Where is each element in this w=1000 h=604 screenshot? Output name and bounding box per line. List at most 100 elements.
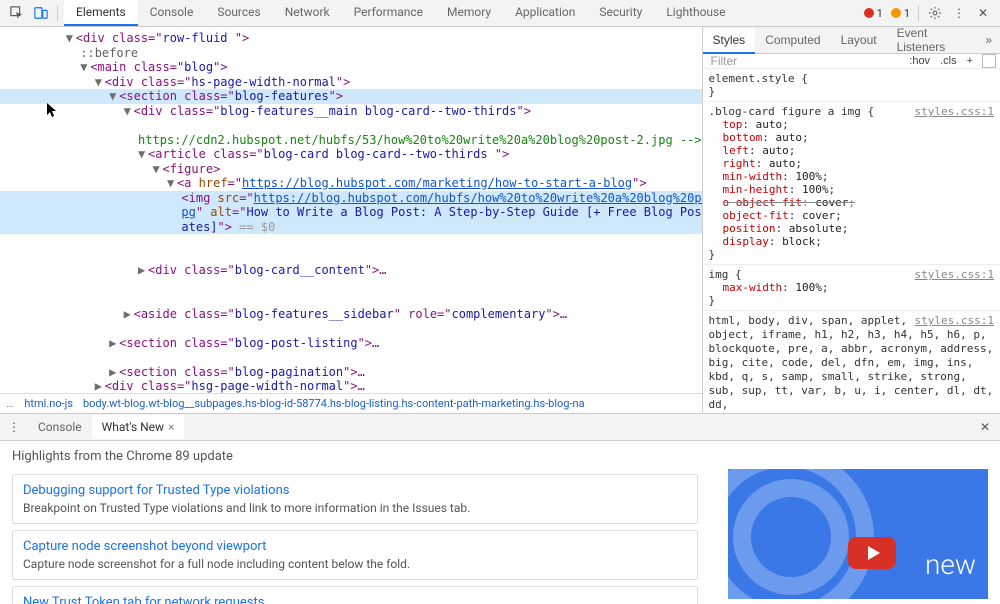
dom-node[interactable]: https://cdn2.hubspot.net/hubfs/53/how%20…	[0, 133, 702, 148]
styles-tab-styles[interactable]: Styles	[703, 28, 756, 54]
tab-security[interactable]: Security	[587, 0, 654, 26]
dom-node[interactable]	[0, 278, 702, 293]
dom-node[interactable]: ▼<div class="hs-page-width-normal">	[0, 75, 702, 90]
dom-node[interactable]	[0, 350, 702, 365]
css-declaration[interactable]: min-height: 100%;	[709, 183, 995, 196]
css-declaration[interactable]: top: auto;	[709, 118, 995, 131]
css-declaration[interactable]: position: absolute;	[709, 222, 995, 235]
crumb-overflow[interactable]: …	[0, 397, 19, 410]
dom-node[interactable]: ▼<a href="https://blog.hubspot.com/marke…	[0, 176, 702, 191]
drawer: ⋮ ConsoleWhat's New× ✕ Highlights from t…	[0, 414, 1000, 604]
whats-new-video[interactable]: new	[728, 469, 988, 599]
wn-item-sub: Capture node screenshot for a full node …	[23, 557, 687, 571]
dom-node[interactable]: ▶<section class="blog-post-listing">…	[0, 336, 702, 351]
rule-source-link[interactable]: styles.css:1	[915, 268, 994, 281]
whats-new-item[interactable]: Debugging support for Trusted Type viola…	[12, 474, 698, 524]
tab-lighthouse[interactable]: Lighthouse	[654, 0, 737, 26]
whats-new-item[interactable]: New Trust Token tab for network requests	[12, 586, 698, 604]
dom-node[interactable]	[0, 321, 702, 336]
dom-node[interactable]: <img src="https://blog.hubspot.com/hubfs…	[0, 191, 702, 206]
inspect-icon[interactable]	[9, 5, 25, 21]
rule-source-link[interactable]: styles.css:1	[915, 314, 994, 328]
dom-node[interactable]: ▶<aside class="blog-features__sidebar" r…	[0, 307, 702, 322]
whats-new-subtitle: Highlights from the Chrome 89 update	[12, 449, 698, 464]
rule-reset[interactable]: styles.css:1 html, body, div, span, appl…	[703, 311, 1000, 413]
more-icon[interactable]: ⋮	[951, 5, 967, 21]
dom-node[interactable]: ▼<section class="blog-features">	[0, 89, 702, 104]
drawer-tabs: ⋮ ConsoleWhat's New× ✕	[0, 414, 1000, 441]
tab-performance[interactable]: Performance	[342, 0, 435, 26]
css-declaration[interactable]: display: block;	[709, 235, 995, 248]
dom-node[interactable]: ▶<div class="blog-card__content">…	[0, 263, 702, 278]
warning-badge[interactable]: 1	[891, 7, 910, 20]
css-declaration[interactable]: o object fit: cover;	[709, 196, 995, 209]
dom-node[interactable]	[0, 292, 702, 307]
rule-img[interactable]: styles.css:1 img { max-width: 100%; }	[703, 265, 1000, 311]
dom-node[interactable]: ▶<section class="blog-pagination">…	[0, 365, 702, 380]
css-declaration[interactable]: object-fit: cover;	[709, 209, 995, 222]
dom-node[interactable]	[0, 118, 702, 133]
tab-sources[interactable]: Sources	[205, 0, 272, 26]
panel-tabs: ElementsConsoleSourcesNetworkPerformance…	[64, 0, 738, 26]
rule-close: }	[709, 248, 995, 261]
dom-node[interactable]: ▼<div class="blog-features__main blog-ca…	[0, 104, 702, 119]
tab-network[interactable]: Network	[273, 0, 342, 26]
dom-node[interactable]	[0, 249, 702, 264]
styles-filter-row: :hov .cls +	[703, 54, 1000, 69]
dom-node[interactable]: ▼<article class="blog-card blog-card--tw…	[0, 147, 702, 162]
dom-node[interactable]: ::before	[0, 46, 702, 61]
dom-node[interactable]: ▼<figure>	[0, 162, 702, 177]
close-icon[interactable]: ✕	[975, 5, 991, 21]
drawer-tab-what-s-new[interactable]: What's New×	[92, 415, 185, 439]
breadcrumbs[interactable]: … html.no-js body.wt-blog.wt-blog__subpa…	[0, 393, 702, 413]
whats-new-content: Highlights from the Chrome 89 update Deb…	[12, 449, 698, 596]
drawer-tab-console[interactable]: Console	[28, 415, 92, 439]
dom-node[interactable]: ▼<div class="row-fluid ">	[0, 31, 702, 46]
play-icon[interactable]	[848, 537, 896, 569]
device-toolbar-icon[interactable]	[33, 5, 49, 21]
settings-icon[interactable]	[927, 5, 943, 21]
rule-blog-card-img[interactable]: styles.css:1 .blog-card figure a img { t…	[703, 102, 1000, 265]
dom-node[interactable]: pg" alt="How to Write a Blog Post: A Ste…	[0, 205, 702, 220]
styles-tab-computed[interactable]: Computed	[755, 28, 830, 52]
wn-item-title: Debugging support for Trusted Type viola…	[23, 483, 687, 498]
css-declaration[interactable]: bottom: auto;	[709, 131, 995, 144]
rule-source-link[interactable]: styles.css:1	[915, 105, 994, 118]
crumb-item[interactable]: html.no-js	[19, 397, 78, 410]
element-classes-icon[interactable]	[982, 54, 996, 68]
new-style-rule[interactable]: +	[962, 55, 978, 67]
css-declaration[interactable]: min-width: 100%;	[709, 170, 995, 183]
dom-node[interactable]: ▶<div class="hsg-page-width-normal">…	[0, 379, 702, 393]
css-declaration[interactable]: right: auto;	[709, 157, 995, 170]
wn-item-sub: Breakpoint on Trusted Type violations an…	[23, 501, 687, 515]
warning-count: 1	[904, 7, 910, 20]
whats-new-item[interactable]: Capture node screenshot beyond viewport C…	[12, 530, 698, 580]
dom-tree[interactable]: ▼<div class="row-fluid "> ::before ▼<mai…	[0, 27, 702, 393]
css-declaration[interactable]: left: auto;	[709, 144, 995, 157]
elements-panel: ▼<div class="row-fluid "> ::before ▼<mai…	[0, 27, 702, 413]
styles-filter-input[interactable]	[703, 54, 905, 68]
drawer-close-icon[interactable]: ✕	[970, 420, 1000, 434]
tab-application[interactable]: Application	[503, 0, 587, 26]
tab-elements[interactable]: Elements	[64, 0, 138, 26]
toolbar-left	[3, 5, 64, 21]
css-declaration[interactable]: max-width: 100%;	[709, 281, 995, 294]
cls-toggle[interactable]: .cls	[935, 55, 962, 67]
more-tabs-icon[interactable]: »	[977, 33, 1000, 47]
dom-node[interactable]: ▼<main class="blog">	[0, 60, 702, 75]
hov-toggle[interactable]: :hov	[904, 55, 935, 67]
styles-tab-layout[interactable]: Layout	[831, 28, 887, 52]
dom-node[interactable]	[0, 234, 702, 249]
wn-item-title: Capture node screenshot beyond viewport	[23, 539, 687, 554]
wn-item-title: New Trust Token tab for network requests	[23, 595, 687, 604]
rule-element-style[interactable]: element.style { }	[703, 69, 1000, 102]
rule-close: }	[709, 294, 995, 307]
error-count: 1	[877, 7, 883, 20]
dom-node[interactable]: ates]"> == $0	[0, 220, 702, 235]
error-badge[interactable]: 1	[864, 7, 883, 20]
toolbar-right: 1 1 ⋮ ✕	[864, 5, 997, 21]
tab-memory[interactable]: Memory	[435, 0, 503, 26]
drawer-more-icon[interactable]: ⋮	[0, 420, 28, 434]
crumb-item[interactable]: body.wt-blog.wt-blog__subpages.hs-blog-i…	[78, 397, 590, 410]
tab-console[interactable]: Console	[138, 0, 206, 26]
